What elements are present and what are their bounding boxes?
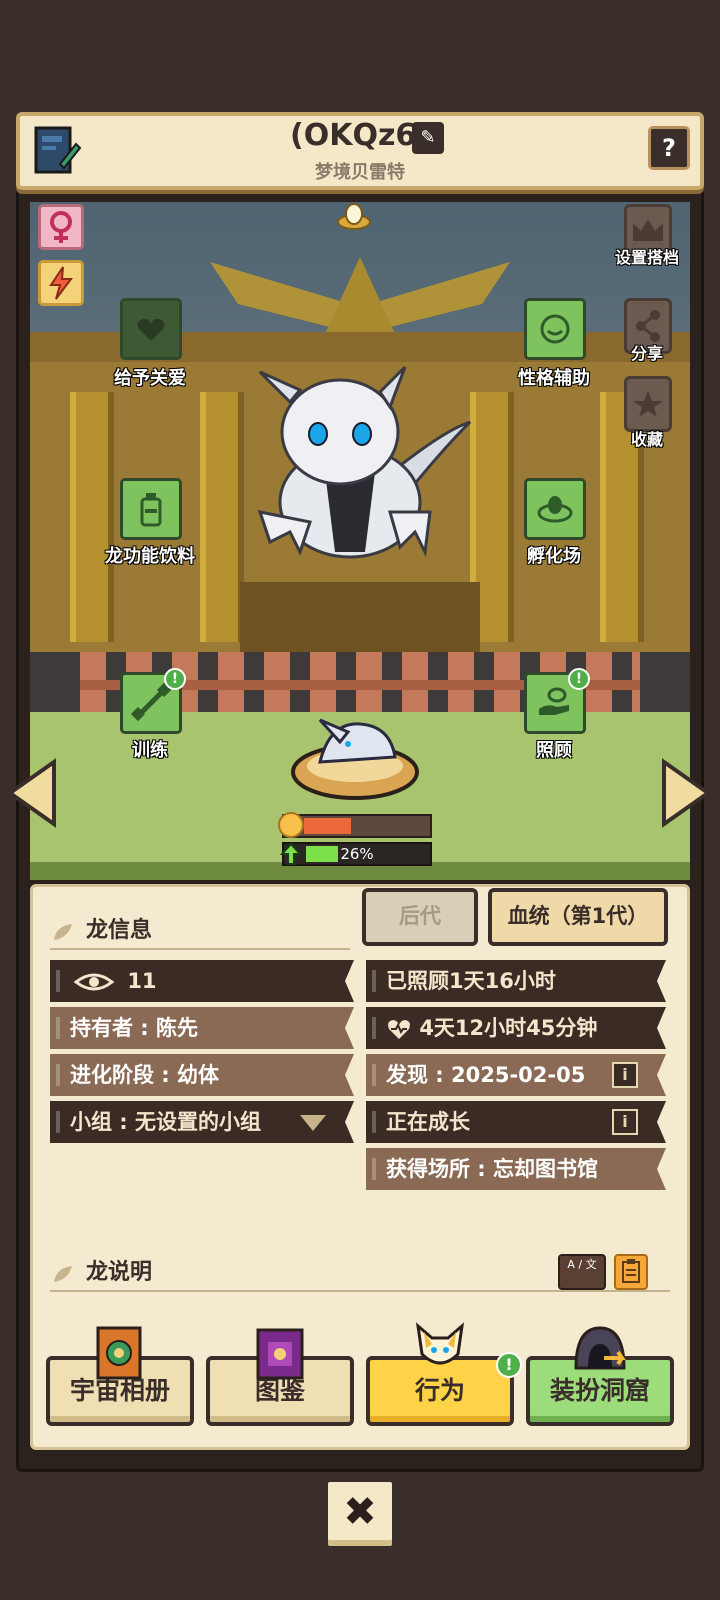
dragon-species: 梦境贝雷特 — [315, 162, 405, 183]
nest-with-baby-dragon[interactable] — [290, 702, 420, 802]
favorite-label: 收藏 — [630, 430, 663, 449]
smile-icon — [540, 314, 570, 344]
stage-row: 进化阶段 : 幼体 — [50, 1054, 336, 1096]
mood-bar-fill — [304, 818, 351, 834]
dragon-description-title: 龙说明 — [86, 1260, 153, 1285]
give-love-button[interactable] — [120, 298, 182, 360]
star-icon — [633, 391, 663, 417]
edit-name-button[interactable]: ✎ — [412, 122, 444, 154]
section-divider — [50, 948, 350, 950]
header-bar: (OKQz6) ✎ 梦境贝雷特 ? — [16, 112, 704, 190]
dragon-name: (OKQz6) — [289, 118, 430, 153]
group-select[interactable]: 小组 : 无设置的小组 — [50, 1101, 336, 1143]
translate-button[interactable]: A / 文 — [558, 1254, 606, 1290]
group-text: 小组 : 无设置的小组 — [70, 1110, 262, 1134]
care-label: 照顾 — [536, 740, 572, 761]
set-partner-label: 设置搭档 — [614, 248, 679, 267]
temple-altar — [240, 582, 480, 652]
growth-arrow-icon — [280, 842, 302, 865]
female-gender-icon[interactable] — [38, 204, 84, 250]
eye-icon — [73, 973, 115, 991]
lightning-icon[interactable] — [38, 260, 84, 306]
translate-icon: A / 文 — [567, 1258, 597, 1271]
view-count-row: 11 — [50, 960, 336, 1002]
incubator-label: 孵化场 — [527, 546, 581, 567]
section-divider — [50, 1290, 670, 1292]
behavior-dragon-icon — [415, 1322, 465, 1365]
view-count: 11 — [127, 969, 157, 993]
personality-assist-label: 性格辅助 — [518, 368, 590, 389]
owner-text: 持有者 : 陈先 — [70, 1016, 199, 1040]
heartbeat-icon — [388, 1020, 410, 1039]
time-left-row: 4天12小时45分钟 — [366, 1007, 648, 1049]
leaf-ornament-icon — [54, 1266, 72, 1282]
growth-percent: 26% — [340, 845, 374, 863]
care-alert-badge: ! — [568, 668, 590, 690]
chevron-down-icon — [300, 1115, 326, 1131]
album-book-icon — [96, 1326, 142, 1380]
dragon-drink-label: 龙功能饮料 — [105, 546, 195, 567]
next-dragon-arrow-icon[interactable] — [660, 758, 712, 828]
train-label: 训练 — [132, 740, 168, 761]
status-info-button[interactable]: i — [612, 1109, 638, 1135]
status-text: 正在成长 — [386, 1110, 470, 1134]
mood-bar — [282, 814, 432, 838]
help-button[interactable]: ? — [648, 126, 690, 170]
heart-icon — [137, 318, 165, 341]
obtained-row: 获得场所 : 忘却图书馆 — [366, 1148, 648, 1190]
dragon-drink-button[interactable] — [120, 478, 182, 540]
copy-button[interactable] — [614, 1254, 648, 1290]
obtained-text: 获得场所 : 忘却图书馆 — [386, 1157, 599, 1181]
time-left-text: 4天12小时45分钟 — [419, 1016, 598, 1040]
discovered-row: 发现 : 2025-02-05 i — [366, 1054, 648, 1096]
dragon-scene: 设置搭档 分享 收藏 给予关爱 性格辅助 龙功能饮料 孵化场 ! 训练 ! 照顾 — [30, 202, 690, 880]
tab-lineage[interactable]: 血统（第1代） — [488, 888, 668, 946]
codex-book-icon — [256, 1328, 304, 1380]
close-button[interactable]: ✖ — [324, 1478, 396, 1550]
cared-text: 已照顾1天16小时 — [386, 969, 556, 993]
train-alert-badge: ! — [164, 668, 186, 690]
growth-bar: 26% — [282, 842, 432, 866]
behavior-alert-badge: ! — [496, 1352, 522, 1378]
discovered-text: 发现 : 2025-02-05 — [386, 1063, 586, 1087]
previous-dragon-arrow-icon[interactable] — [6, 758, 58, 828]
owner-row: 持有者 : 陈先 — [50, 1007, 336, 1049]
pencil-icon: ✎ — [420, 127, 436, 148]
smiley-icon — [278, 812, 304, 838]
dragon-portrait[interactable] — [230, 362, 480, 562]
favorite-button[interactable] — [624, 376, 672, 432]
bottle-icon — [140, 493, 162, 527]
discovered-info-button[interactable]: i — [612, 1062, 638, 1088]
share-label: 分享 — [630, 344, 663, 363]
tab-offspring[interactable]: 后代 — [362, 888, 478, 946]
leaf-ornament-icon — [54, 924, 72, 940]
dragon-info-title: 龙信息 — [86, 918, 153, 943]
egg-icon[interactable] — [336, 202, 372, 230]
incubator-button[interactable] — [524, 478, 586, 540]
stage-text: 进化阶段 : 幼体 — [70, 1063, 220, 1087]
clipboard-icon — [622, 1259, 640, 1283]
status-row: 正在成长 i — [366, 1101, 648, 1143]
nest-icon — [537, 496, 573, 523]
cave-icon — [574, 1326, 626, 1370]
temple-pillar — [70, 392, 114, 642]
cared-row: 已照顾1天16小时 — [366, 960, 648, 1002]
personality-assist-button[interactable] — [524, 298, 586, 360]
give-love-label: 给予关爱 — [114, 368, 186, 389]
